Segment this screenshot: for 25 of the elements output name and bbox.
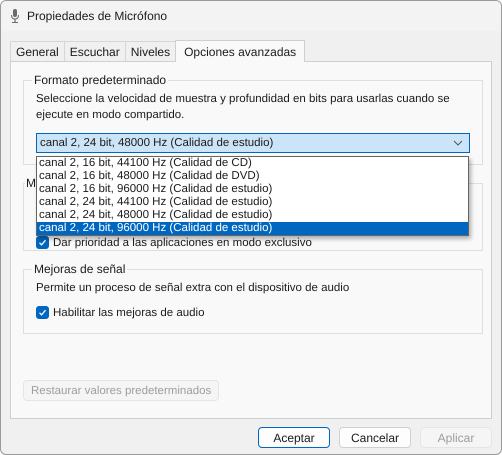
tab[interactable]: General <box>10 41 65 61</box>
group-title: Formato predeterminado <box>33 73 168 87</box>
checkbox[interactable] <box>36 236 49 249</box>
dropdown-option[interactable]: canal 2, 24 bit, 48000 Hz (Calidad de estudio) <box>37 209 468 222</box>
group-title: Mejoras de señal <box>33 262 126 276</box>
checkbox-label: Habilitar las mejoras de audio <box>53 306 204 318</box>
window-title: Propiedades de Micrófono <box>27 9 168 23</box>
dropdown-option[interactable]: canal 2, 16 bit, 48000 Hz (Calidad de DVD) <box>37 170 468 183</box>
microphone-icon <box>11 9 19 23</box>
chevron-down-icon <box>453 140 463 146</box>
dialog-button[interactable]: Cancelar <box>339 427 411 448</box>
description-text: Seleccione la velocidad de muestra y profundidad en bits para usarlas cuando se ejecute en modo compartido. <box>36 92 451 123</box>
checkbox[interactable] <box>36 306 49 319</box>
dropdown-option[interactable]: canal 2, 16 bit, 96000 Hz (Calidad de estudio) <box>37 183 468 196</box>
group-title: M <box>25 176 37 190</box>
checkbox-label: Dar prioridad a las aplicaciones en modo exclusivo <box>53 236 312 248</box>
dropdown-option[interactable]: canal 2, 16 bit, 44100 Hz (Calidad de CD) <box>37 157 468 170</box>
check-icon <box>38 308 47 317</box>
tab[interactable]: Opciones avanzadas <box>175 40 306 62</box>
format-dropdown[interactable]: canal 2, 24 bit, 48000 Hz (Calidad de estudio) <box>36 133 470 153</box>
dropdown-option[interactable]: canal 2, 24 bit, 44100 Hz (Calidad de estudio) <box>37 196 468 209</box>
description-text: Permite un proceso de señal extra con el dispositivo de audio <box>36 281 350 296</box>
dropdown-option[interactable]: canal 2, 24 bit, 96000 Hz (Calidad de estudio) <box>37 222 468 235</box>
dialog-button[interactable]: Aceptar <box>258 427 330 448</box>
check-icon <box>38 238 47 247</box>
